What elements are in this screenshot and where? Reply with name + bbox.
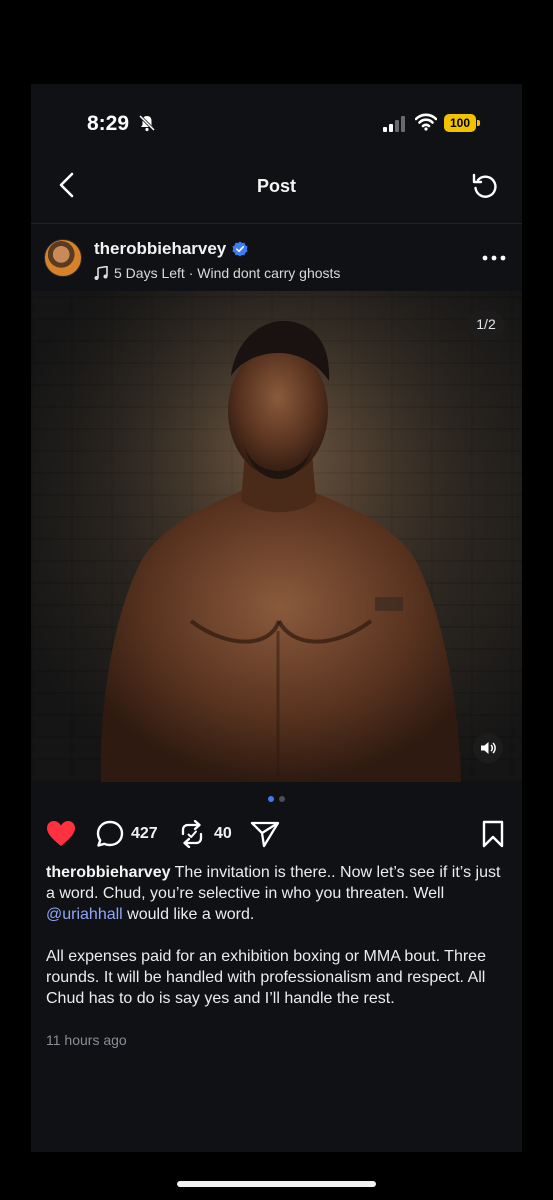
music-label: 5 Days Left · Wind dont carry ghosts [114,265,341,281]
cellular-signal-icon [383,116,405,132]
carousel-dot-active[interactable] [268,796,274,802]
caption-paragraph-2: All expenses paid for an exhibition boxi… [46,948,486,1007]
battery-tip [477,120,480,126]
action-row: 427 40 [31,818,522,852]
nav-bar: Post [31,162,522,224]
more-horizontal-icon[interactable] [481,254,507,262]
music-note-icon [94,266,108,280]
post-header: therobbieharvey 5 Days Left · Wind dont … [31,224,522,291]
post-image[interactable]: 1/2 [31,291,522,782]
comment-icon[interactable] [95,820,125,848]
comment-count: 427 [131,825,158,842]
refresh-icon[interactable] [471,172,499,200]
sound-button[interactable] [473,733,503,763]
page-title: Post [256,176,296,196]
home-indicator[interactable] [177,1181,376,1187]
caption-username[interactable]: therobbieharvey [46,864,170,881]
heart-icon[interactable] [46,820,76,848]
bookmark-icon[interactable] [481,820,505,848]
carousel-dot[interactable] [279,796,285,802]
image-counter: 1/2 [468,311,504,337]
post-username[interactable]: therobbieharvey [94,239,226,259]
status-bar: 8:29 100 [31,84,522,162]
bell-slash-icon [138,114,156,132]
speaker-icon [481,742,496,754]
caption-paragraph-1: therobbieharvey The invitation is there.… [46,862,508,925]
carousel-dots [31,796,522,806]
phone-screen: 8:29 100 Post therobbieharvey 5 Days Lef… [31,84,522,1152]
username-row: therobbieharvey [94,239,248,259]
caption-text-2: would like a word. [122,906,255,923]
repost-icon[interactable] [179,820,205,848]
send-icon[interactable] [250,820,280,848]
repost-count: 40 [214,825,232,842]
post-caption: therobbieharvey The invitation is there.… [46,862,508,1009]
wifi-icon [415,113,437,131]
post-timestamp: 11 hours ago [46,1032,127,1048]
battery-level: 100 [444,114,476,132]
fighter-photo [31,291,522,782]
verified-badge-icon [232,241,248,257]
battery-indicator: 100 [444,114,480,132]
avatar[interactable] [44,239,82,277]
mention-link[interactable]: @uriahhall [46,906,123,923]
status-time: 8:29 [87,112,130,135]
music-row[interactable]: 5 Days Left · Wind dont carry ghosts [94,265,340,281]
